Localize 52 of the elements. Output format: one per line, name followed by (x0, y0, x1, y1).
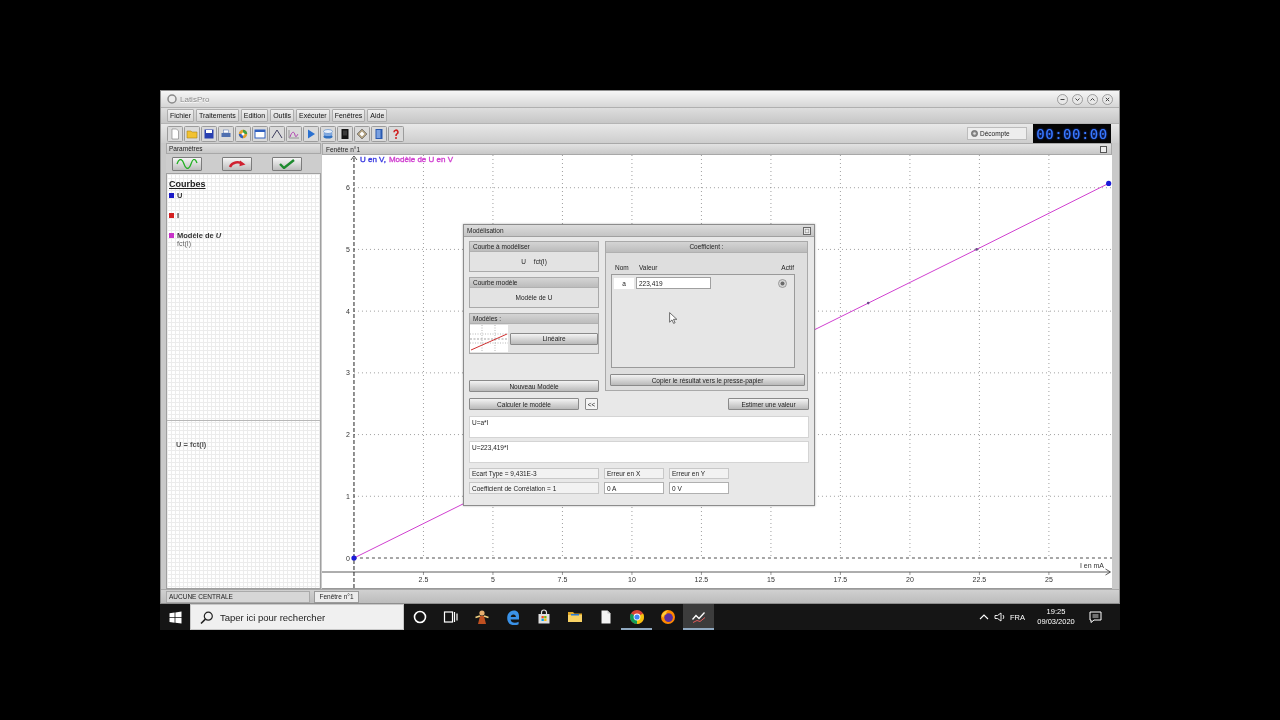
curved-arrow-button[interactable] (222, 156, 252, 171)
data-point (975, 248, 978, 251)
data-point (866, 301, 870, 305)
minimize-icon[interactable] (1057, 93, 1068, 105)
y-axis-label: Modèle de U en V (388, 155, 453, 164)
diamond-icon[interactable] (354, 125, 370, 142)
radio-icon[interactable] (971, 130, 978, 137)
device-icon[interactable] (337, 125, 353, 142)
timer-display: 00:00:00 (1033, 124, 1111, 143)
app-logo-icon (167, 94, 177, 104)
radio-icon[interactable] (778, 278, 787, 288)
printer-icon[interactable] (218, 125, 234, 142)
notification-icon[interactable] (1088, 611, 1102, 623)
taskbar-app-button[interactable] (683, 604, 714, 630)
checkmark-button[interactable] (272, 156, 302, 171)
checkmark-icon (278, 158, 296, 169)
browser-icon (628, 609, 645, 625)
e-logo-icon (504, 609, 521, 625)
graph-line-icon (690, 609, 707, 625)
folder-icon (566, 609, 583, 625)
color-wheel-icon[interactable] (235, 125, 251, 142)
window-icon[interactable] (252, 125, 268, 142)
search-box[interactable]: Taper ici pour rechercher (190, 604, 404, 630)
book-icon[interactable] (371, 125, 387, 142)
curve-icon[interactable] (286, 125, 302, 142)
database-icon[interactable] (320, 125, 336, 142)
data-point (351, 555, 357, 561)
search-icon (200, 610, 213, 624)
circle-icon (411, 609, 428, 625)
window-title: LatisPro (180, 94, 210, 104)
task-view-icon (442, 609, 459, 625)
figure-icon (473, 609, 490, 625)
new-document-icon[interactable] (167, 125, 183, 142)
start-icon (168, 610, 182, 624)
linear-model-icon (470, 325, 508, 352)
close-icon[interactable] (803, 226, 811, 235)
peak-icon[interactable] (269, 125, 285, 142)
maximize-icon[interactable] (1100, 145, 1107, 153)
curved-arrow-icon (227, 158, 247, 169)
y-axis-label: U en V, (360, 155, 386, 164)
play-icon[interactable] (303, 125, 319, 142)
sine-wave-icon (176, 158, 198, 169)
sine-wave-button[interactable] (172, 156, 202, 171)
close-icon[interactable] (1102, 93, 1113, 105)
section-title: Courbes (169, 179, 206, 189)
search-field[interactable]: Taper ici pour rechercher (220, 611, 400, 623)
help-icon[interactable] (388, 125, 404, 142)
flame-globe-icon (659, 609, 676, 625)
data-point (1106, 180, 1112, 186)
speaker-icon[interactable] (994, 612, 1006, 622)
mouse-pointer-icon (669, 312, 677, 324)
chevron-down-icon[interactable] (1072, 93, 1083, 105)
